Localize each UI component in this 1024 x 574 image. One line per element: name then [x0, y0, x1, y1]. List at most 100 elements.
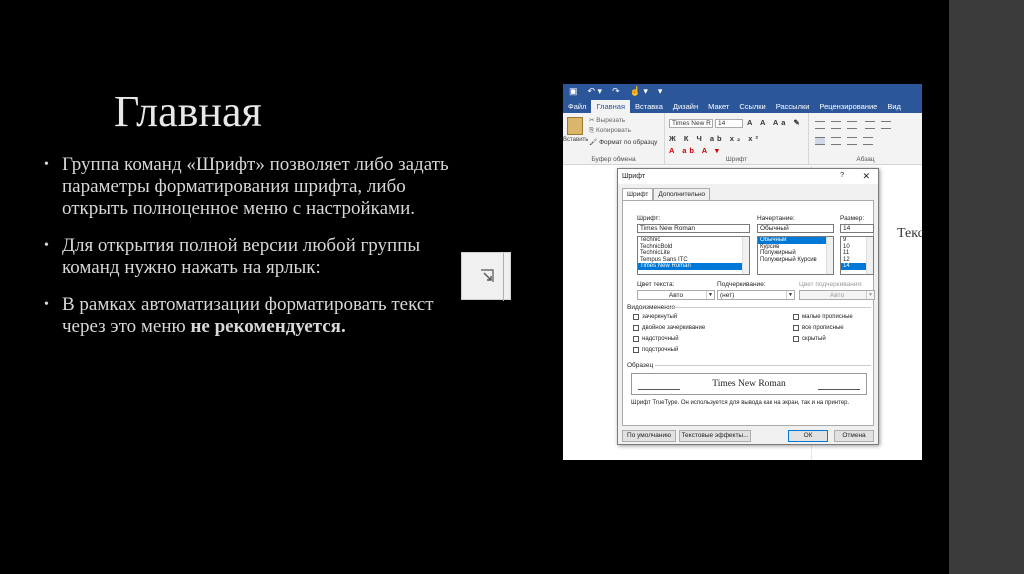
double-strikethrough-checkbox[interactable]: двойное зачеркивание	[633, 325, 705, 331]
ribbon-tabs: Файл Главная Вставка Дизайн Макет Ссылки…	[563, 99, 922, 113]
tab-view[interactable]: Вид	[882, 102, 906, 113]
multilevel-icon[interactable]	[847, 121, 857, 129]
divider	[667, 307, 871, 308]
tab-font[interactable]: Шрифт	[622, 188, 654, 200]
paste-icon[interactable]	[567, 117, 583, 135]
justify-icon[interactable]	[863, 137, 873, 145]
scrollbar[interactable]	[866, 237, 873, 274]
copy-button[interactable]: ⎘ Копировать	[589, 127, 631, 135]
bullet-text: Для открытия полной версии любой группы …	[62, 235, 421, 278]
increase-indent-icon[interactable]	[881, 121, 891, 129]
bullet-item: • В рамках автоматизации форматировать т…	[44, 294, 464, 338]
font-group: Times New R 14 A A Aa ✎ Ж К Ч ab x₂ x² A…	[665, 113, 809, 165]
decrease-indent-icon[interactable]	[865, 121, 875, 129]
tab-advanced[interactable]: Дополнительно	[653, 188, 711, 200]
tab-insert[interactable]: Вставка	[630, 102, 668, 113]
strikethrough-checkbox[interactable]: зачеркнутый	[633, 314, 677, 320]
chevron-down-icon: ▼	[706, 291, 714, 299]
separator	[503, 253, 504, 301]
tab-review[interactable]: Рецензирование	[814, 102, 882, 113]
bullet-item: • Для открытия полной версии любой групп…	[44, 235, 464, 279]
align-left-icon[interactable]	[815, 137, 825, 145]
format-painter-button[interactable]: 🖌 Формат по образцу	[589, 138, 657, 146]
tab-mailings[interactable]: Рассылки	[771, 102, 815, 113]
tab-references[interactable]: Ссылки	[734, 102, 770, 113]
tab-layout[interactable]: Макет	[703, 102, 734, 113]
slide-title: Главная	[114, 87, 262, 136]
truetype-note: Шрифт TrueType. Он используется для выво…	[631, 400, 850, 406]
underline-value: (нет)	[720, 292, 735, 299]
align-right-icon[interactable]	[847, 137, 857, 145]
font-name-field[interactable]: Times New Roman	[637, 224, 750, 233]
subscript-checkbox[interactable]: подстрочный	[633, 347, 678, 353]
style-list[interactable]: Обычный Курсив Полужирный Полужирный Кур…	[757, 236, 834, 275]
scrollbar[interactable]	[826, 237, 833, 274]
font-dialog: Шрифт ? ✕ Шрифт Дополнительно Шрифт: Tim…	[617, 168, 879, 445]
save-icon[interactable]: ▣	[569, 86, 578, 97]
chevron-down-icon: ▼	[866, 291, 874, 299]
font-size-tools[interactable]: A A Aa ✎	[747, 118, 803, 127]
all-caps-checkbox[interactable]: все прописные	[793, 325, 844, 331]
font-color-label: Цвет текста:	[637, 281, 675, 288]
dialog-body: Шрифт: Times New Roman Technic TechnicBo…	[622, 200, 875, 426]
customize-toolbar-icon[interactable]: ▾	[658, 86, 663, 97]
sample-rule-right	[818, 389, 860, 390]
paste-label[interactable]: Вставить	[563, 137, 588, 143]
numbering-icon[interactable]	[831, 121, 841, 129]
dialog-title: Шрифт	[622, 173, 646, 180]
dialog-tabs: Шрифт Дополнительно	[622, 188, 711, 200]
list-item-selected[interactable]: Times New Roman	[638, 263, 749, 270]
redo-icon[interactable]: ↷	[612, 86, 620, 97]
bullets-icon[interactable]	[815, 121, 825, 129]
cut-button[interactable]: ✂ Вырезать	[589, 116, 625, 124]
bullet-dot-icon: •	[44, 297, 49, 312]
bullet-dot-icon: •	[44, 157, 49, 172]
size-label: Размер:	[840, 215, 865, 222]
font-name-box[interactable]: Times New R	[669, 119, 713, 128]
divider	[655, 365, 871, 366]
style-field[interactable]: Обычный	[757, 224, 834, 233]
small-caps-checkbox[interactable]: малые прописные	[793, 314, 853, 320]
underline-dropdown[interactable]: (нет) ▼	[717, 290, 795, 300]
quick-access-toolbar: ▣ ↶ ▾ ↷ ☝ ▾ ▾	[563, 84, 922, 99]
ribbon: Вставить ✂ Вырезать ⎘ Копировать 🖌 Форма…	[563, 113, 922, 165]
touch-mode-icon[interactable]: ☝ ▾	[630, 86, 648, 97]
font-label: Шрифт:	[637, 215, 661, 222]
tab-design[interactable]: Дизайн	[668, 102, 703, 113]
align-center-icon[interactable]	[831, 137, 841, 145]
paragraph-group-label: Абзац	[856, 156, 875, 163]
size-field[interactable]: 14	[840, 224, 874, 233]
font-size-box[interactable]: 14	[715, 119, 743, 128]
text-color-buttons[interactable]: A ab A ▾	[669, 146, 722, 155]
superscript-checkbox[interactable]: надстрочный	[633, 336, 679, 342]
text-effects-button[interactable]: Текстовые эффекты...	[679, 430, 751, 442]
size-list[interactable]: 9 10 11 12 14	[840, 236, 874, 275]
right-edge-strip	[949, 0, 1024, 574]
sample-rule-left	[638, 389, 680, 390]
tab-home[interactable]: Главная	[591, 100, 630, 113]
font-name-list[interactable]: Technic TechnicBold TechnicLite Tempus S…	[637, 236, 750, 275]
underline-color-dropdown: Авто ▼	[799, 290, 875, 300]
set-default-button[interactable]: По умолчанию	[622, 430, 676, 442]
sample-text: Times New Roman	[712, 379, 786, 389]
hidden-checkbox[interactable]: скрытый	[793, 336, 826, 342]
bullet-item: • Группа команд «Шрифт» позволяет либо з…	[44, 154, 464, 220]
font-color-value: Авто	[668, 292, 684, 299]
format-buttons[interactable]: Ж К Ч ab x₂ x²	[669, 134, 761, 143]
underline-color-value: Авто	[829, 292, 845, 299]
document-text: Текс	[897, 226, 924, 241]
scrollbar[interactable]	[742, 237, 749, 274]
dialog-launcher-crop	[461, 252, 511, 301]
underline-label: Подчеркивание:	[717, 281, 766, 288]
list-item[interactable]: Полужирный Курсив	[758, 257, 833, 264]
undo-icon[interactable]: ↶ ▾	[588, 86, 603, 97]
close-icon[interactable]: ✕	[862, 171, 870, 182]
clipboard-group-label: Буфер обмена	[591, 156, 636, 163]
help-icon[interactable]: ?	[840, 172, 844, 179]
cancel-button[interactable]: Отмена	[834, 430, 874, 442]
style-label: Начертание:	[757, 215, 795, 222]
font-color-dropdown[interactable]: Авто ▼	[637, 290, 715, 300]
bullet-dot-icon: •	[44, 238, 49, 253]
tab-file[interactable]: Файл	[563, 102, 591, 113]
ok-button[interactable]: ОК	[788, 430, 828, 442]
